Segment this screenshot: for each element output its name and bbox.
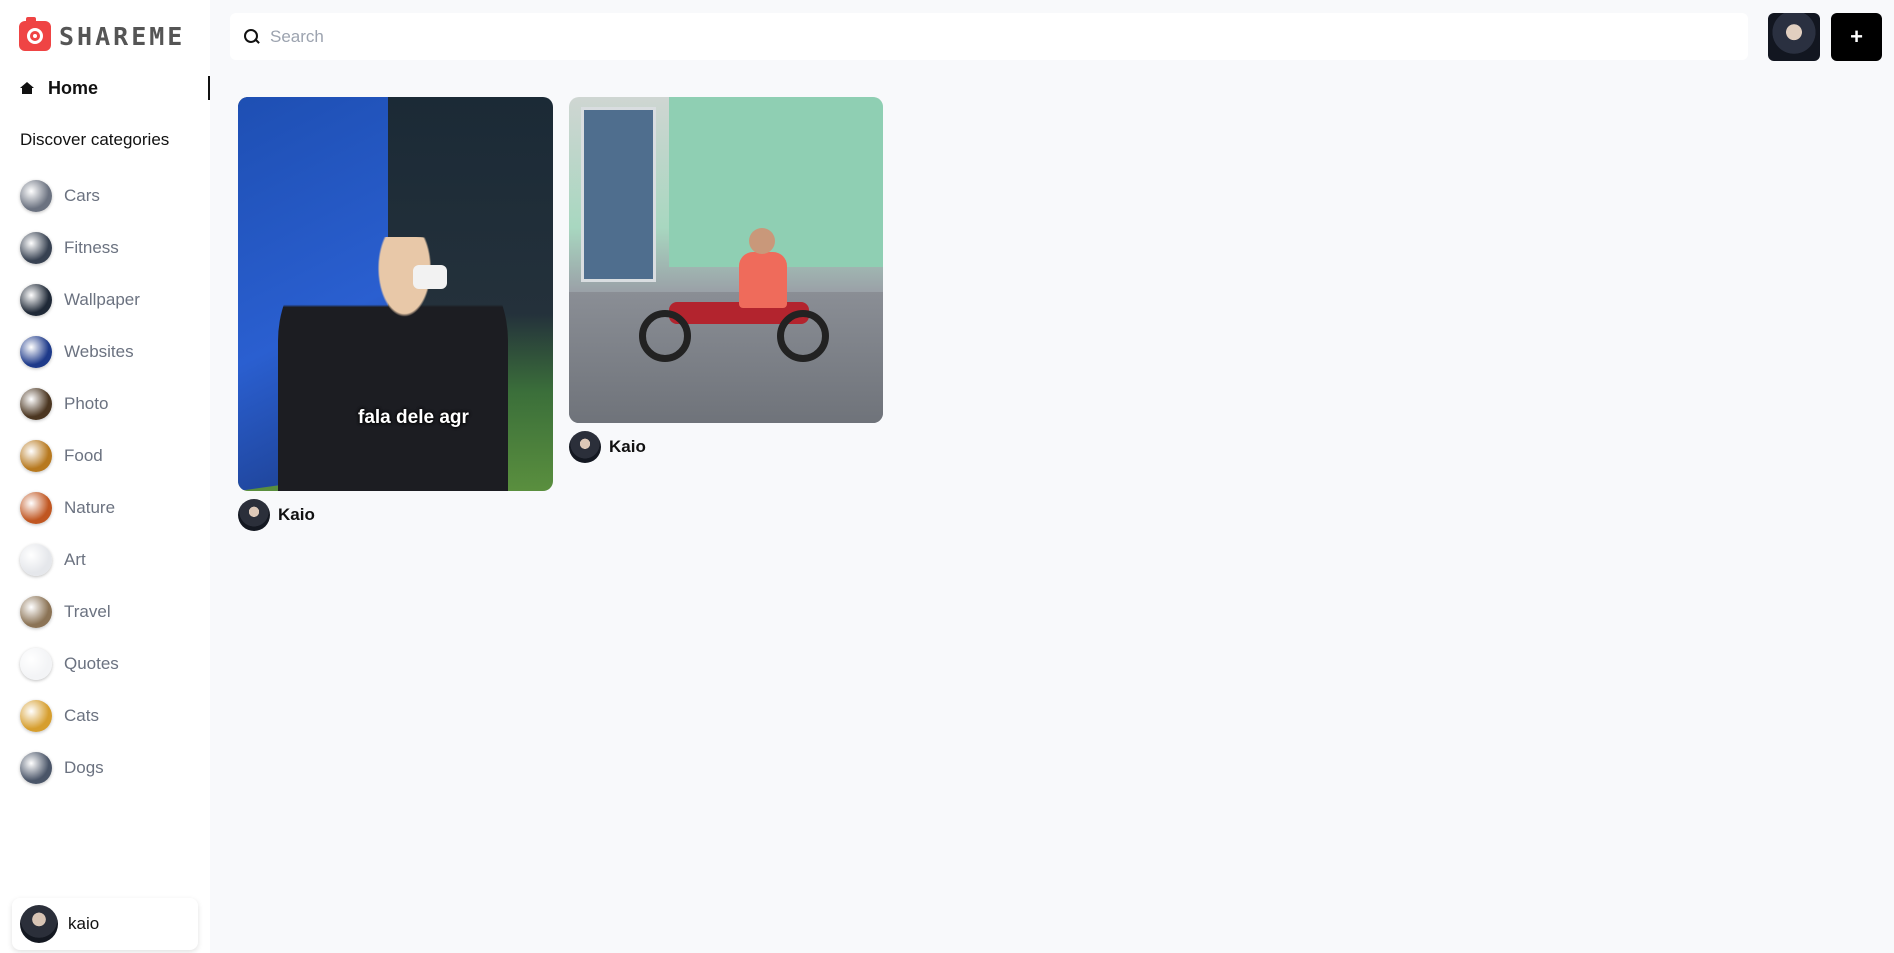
pin-author-name: Kaio [278,505,315,524]
sidebar-item-dogs[interactable]: Dogs [20,742,140,794]
sidebar-item-label: Photo [64,394,109,413]
avatar [238,499,270,531]
user-avatar-button[interactable] [1768,13,1820,61]
create-pin-button[interactable]: + [1831,13,1882,61]
sidebar-item-label: Cats [64,706,99,725]
logo-text: SHAREME [59,21,186,51]
category-thumbnail [20,284,52,316]
avatar [20,905,58,943]
sidebar-item-label: Dogs [64,758,104,777]
pin-card[interactable]: Kaio [569,97,883,463]
user-profile-link[interactable]: kaio [12,898,198,950]
category-thumbnail [20,232,52,264]
sidebar: SHAREME Home Discover categories Cars Fit… [0,0,210,953]
category-thumbnail [20,440,52,472]
active-indicator [208,76,210,100]
sidebar-item-travel[interactable]: Travel [20,586,140,638]
sidebar-item-quotes[interactable]: Quotes [20,638,140,690]
sidebar-item-websites[interactable]: Websites [20,326,140,378]
sidebar-item-art[interactable]: Art [20,534,140,586]
category-thumbnail [20,596,52,628]
sidebar-item-food[interactable]: Food [20,430,140,482]
category-thumbnail [20,544,52,576]
pin-caption: fala dele agr [358,407,469,428]
category-thumbnail [20,752,52,784]
sidebar-item-label: Art [64,550,86,569]
sidebar-item-label: Fitness [64,238,119,257]
pin-author-name: Kaio [609,437,646,456]
sidebar-item-label: Food [64,446,103,465]
camera-icon [19,17,51,51]
pin-author[interactable]: Kaio [569,431,883,463]
sidebar-item-label: Cars [64,186,100,205]
user-name: kaio [68,914,100,933]
sidebar-item-cats[interactable]: Cats [20,690,140,742]
sidebar-item-label: Wallpaper [64,290,140,309]
sidebar-item-label: Nature [64,498,116,517]
category-thumbnail [20,700,52,732]
sidebar-item-label: Quotes [64,654,119,673]
sidebar-item-photo[interactable]: Photo [20,378,140,430]
search-icon [244,28,260,45]
category-thumbnail [20,180,52,212]
sidebar-item-label: Home [48,77,99,98]
pin-card[interactable]: fala dele agr Kaio [238,97,553,531]
pin-image[interactable]: fala dele agr [238,97,553,491]
pin-image[interactable] [569,97,883,423]
category-thumbnail [20,336,52,368]
sidebar-item-label: Travel [64,602,111,621]
home-icon [20,82,34,94]
sidebar-item-cars[interactable]: Cars [20,170,140,222]
sidebar-item-fitness[interactable]: Fitness [20,222,140,274]
search-bar [230,13,1748,60]
sidebar-item-wallpaper[interactable]: Wallpaper [20,274,140,326]
category-list: Cars Fitness Wallpaper Websites Photo Food Nat… [20,170,140,794]
category-thumbnail [20,648,52,680]
sidebar-item-nature[interactable]: Nature [20,482,140,534]
pin-author[interactable]: Kaio [238,499,553,531]
discover-heading: Discover categories [20,130,170,149]
avatar [569,431,601,463]
category-thumbnail [20,388,52,420]
category-thumbnail [20,492,52,524]
sidebar-item-home[interactable]: Home [20,76,210,100]
search-input[interactable] [270,26,1730,47]
app-logo[interactable]: SHAREME [19,17,186,52]
sidebar-item-label: Websites [64,342,134,361]
